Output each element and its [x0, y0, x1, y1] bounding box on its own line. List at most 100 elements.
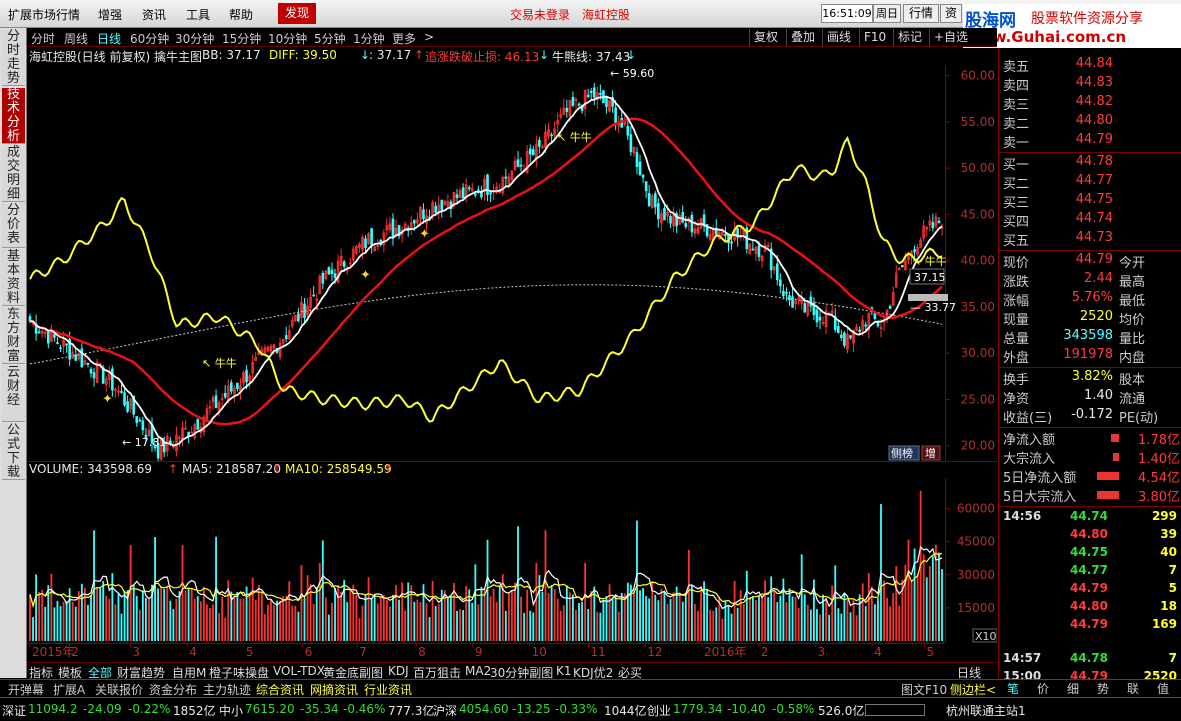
tab-price-table[interactable]: 分价表: [2, 204, 25, 248]
tab-intraday[interactable]: 分时走势: [2, 30, 25, 86]
f10-button[interactable]: F10: [859, 29, 890, 46]
tab-transactions[interactable]: 成交明细: [2, 146, 25, 202]
menu-market[interactable]: 扩展市场行情: [8, 6, 80, 23]
price-axis-label: 55.00: [961, 115, 995, 129]
volume-bar: [315, 587, 318, 641]
add-watchlist-button[interactable]: +自选: [929, 29, 972, 46]
period-60min[interactable]: 60分钟: [130, 30, 169, 47]
volume-chart[interactable]: 60000 45000 30000 15000 X10: [27, 478, 997, 643]
login-status[interactable]: 交易未登录: [510, 6, 570, 23]
index-cy-label[interactable]: 创业: [647, 702, 671, 719]
candle-body: [531, 149, 535, 156]
candle-body: [849, 335, 852, 339]
tab-f10-graphic[interactable]: 图文F10: [901, 681, 947, 698]
volume-bar: [376, 603, 379, 641]
indicator-lines: [29, 95, 943, 447]
panel-tab[interactable]: 价: [1037, 680, 1049, 697]
tab-cloud-finance[interactable]: 云财经: [2, 366, 25, 422]
volume-bar: [361, 605, 364, 641]
market-button[interactable]: 行情: [903, 4, 939, 23]
index-hs-label[interactable]: 沪深: [433, 702, 457, 719]
ask-row[interactable]: 卖四 44.83: [1003, 75, 1178, 94]
flow-row: 大宗流入 1.40亿: [1003, 448, 1180, 467]
draw-button[interactable]: 画线: [822, 29, 855, 46]
panel-tab[interactable]: 细: [1067, 680, 1079, 697]
tab-related-quote[interactable]: 关联报价: [95, 681, 143, 698]
bid-row[interactable]: 买一 44.78: [1003, 154, 1178, 173]
news-button[interactable]: 资: [940, 4, 962, 23]
ask-row[interactable]: 卖三 44.82: [1003, 94, 1178, 113]
price-axis-label: 40.00: [961, 254, 995, 268]
adjust-button[interactable]: 复权: [749, 29, 782, 46]
chevron-right-icon[interactable]: >: [424, 30, 434, 44]
bid-row[interactable]: 买四 44.74: [1003, 211, 1178, 230]
ask-row[interactable]: 卖一 44.79: [1003, 132, 1178, 151]
volume-bar: [489, 596, 492, 641]
tab-vol-tdx[interactable]: VOL-TDX: [273, 664, 325, 678]
tab-industry-news[interactable]: 行业资讯: [364, 681, 412, 698]
tab-danmaku[interactable]: 开弹幕: [8, 681, 44, 698]
menu-enhance[interactable]: 增强: [98, 6, 122, 23]
candle-body: [757, 245, 761, 257]
menu-help[interactable]: 帮助: [229, 6, 253, 23]
tab-basic-info[interactable]: 基本资料: [2, 250, 25, 306]
candle-body: [818, 316, 822, 321]
period-30min[interactable]: 30分钟: [175, 30, 214, 47]
tick-volume: 40: [1160, 545, 1177, 559]
period-10min[interactable]: 10分钟: [268, 30, 307, 47]
volume-bar: [205, 604, 208, 641]
sidebar-toggle[interactable]: 侧边栏<: [950, 681, 996, 698]
server-station[interactable]: 杭州联通主站1: [946, 702, 1026, 719]
overlay-button[interactable]: 叠加: [786, 29, 819, 46]
tab-technical[interactable]: 技术分析: [2, 88, 25, 144]
volume-bar: [160, 586, 163, 641]
tab-fund-distribution[interactable]: 资金分布: [149, 681, 197, 698]
flow-bar: [1097, 472, 1119, 480]
panel-tab[interactable]: 值: [1157, 680, 1169, 697]
volume-bar: [565, 585, 568, 641]
tab-kdj[interactable]: KDJ: [388, 664, 409, 678]
volume-bar: [166, 585, 169, 641]
stat-value: -0.172: [1071, 407, 1113, 422]
panel-tab[interactable]: 势: [1097, 680, 1109, 697]
menu-news[interactable]: 资讯: [142, 6, 166, 23]
discover-button[interactable]: 发现: [278, 3, 316, 24]
period-15min[interactable]: 15分钟: [222, 30, 261, 47]
volume-bar: [254, 599, 257, 641]
period-more[interactable]: 更多: [392, 30, 416, 47]
volume-bar: [864, 606, 867, 641]
tab-ext-a[interactable]: 扩展A: [53, 681, 85, 698]
period-intraday[interactable]: 分时: [31, 30, 55, 47]
tab-ma2[interactable]: MA2: [465, 664, 491, 678]
index-zx-label[interactable]: 中小: [219, 702, 243, 719]
tab-general-news[interactable]: 综合资讯: [256, 681, 304, 698]
period-5min[interactable]: 5分钟: [314, 30, 346, 47]
volume-bar: [712, 610, 715, 641]
tab-k1[interactable]: K1: [556, 664, 572, 678]
period-1min[interactable]: 1分钟: [353, 30, 385, 47]
tab-formula-download[interactable]: 公式下载: [2, 424, 25, 480]
bid-row[interactable]: 买三 44.75: [1003, 192, 1178, 211]
index-sz-label[interactable]: 深证: [2, 702, 26, 719]
period-weekly[interactable]: 周线: [64, 30, 88, 47]
tab-digest-news[interactable]: 网摘资讯: [310, 681, 358, 698]
volume-bar: [742, 604, 745, 641]
panel-tab[interactable]: 联: [1127, 680, 1139, 697]
v3-arrow-icon: ↑: [414, 48, 425, 62]
period-daily[interactable]: 日线: [97, 30, 121, 47]
bid-row[interactable]: 买二 44.77: [1003, 173, 1178, 192]
price-chart[interactable]: 60.00 55.00 50.00 45.00 40.00 35.00 30.00 25.00…: [27, 65, 997, 461]
chart-title[interactable]: 海虹控股(日线 前复权) 擒牛主图: [29, 48, 202, 65]
volume-bar: [852, 598, 855, 641]
menu-tools[interactable]: 工具: [186, 6, 210, 23]
mark-button[interactable]: 标记: [893, 29, 926, 46]
date-label: 2015年: [32, 645, 75, 659]
panel-tab[interactable]: 笔: [1007, 680, 1019, 697]
volume-bar: [187, 587, 190, 641]
ask-row[interactable]: 卖五 44.84: [1003, 56, 1178, 75]
volume-bar: [922, 554, 925, 641]
tab-eastmoney[interactable]: 东方财富: [2, 308, 25, 364]
bid-row[interactable]: 买五 44.73: [1003, 230, 1178, 249]
ask-row[interactable]: 卖二 44.80: [1003, 113, 1178, 132]
tab-main-track[interactable]: 主力轨迹: [203, 681, 251, 698]
